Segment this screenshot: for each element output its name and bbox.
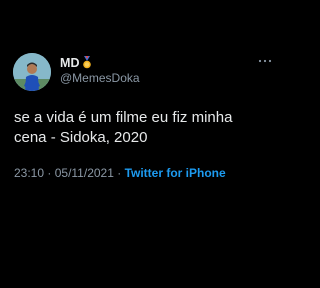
avatar[interactable]	[13, 53, 51, 91]
meta-separator: ·	[117, 166, 122, 180]
avatar-image	[13, 53, 51, 91]
meta-separator: ·	[47, 166, 52, 180]
tweet-time[interactable]: 23:10	[14, 166, 44, 180]
author-handle[interactable]: @MemesDoka	[60, 71, 140, 85]
tweet-source-link[interactable]: Twitter for iPhone	[125, 166, 226, 180]
tweet-text: se a vida é um filme eu fiz minha cena -…	[14, 108, 276, 148]
author-name-row[interactable]: MD	[60, 55, 92, 70]
tweet-card: MD @MemesDoka se a vida é um filme eu fi…	[0, 0, 288, 288]
tweet-date[interactable]: 05/11/2021	[55, 166, 114, 180]
medal-icon	[82, 56, 92, 69]
author-display-name[interactable]: MD	[60, 56, 80, 70]
tweet-text-line: cena - Sidoka, 2020	[14, 129, 148, 146]
more-options-icon[interactable]	[258, 58, 272, 64]
tweet-meta: 23:10 · 05/11/2021 · Twitter for iPhone	[14, 166, 226, 180]
tweet-text-line: se a vida é um filme eu fiz minha	[14, 109, 233, 126]
